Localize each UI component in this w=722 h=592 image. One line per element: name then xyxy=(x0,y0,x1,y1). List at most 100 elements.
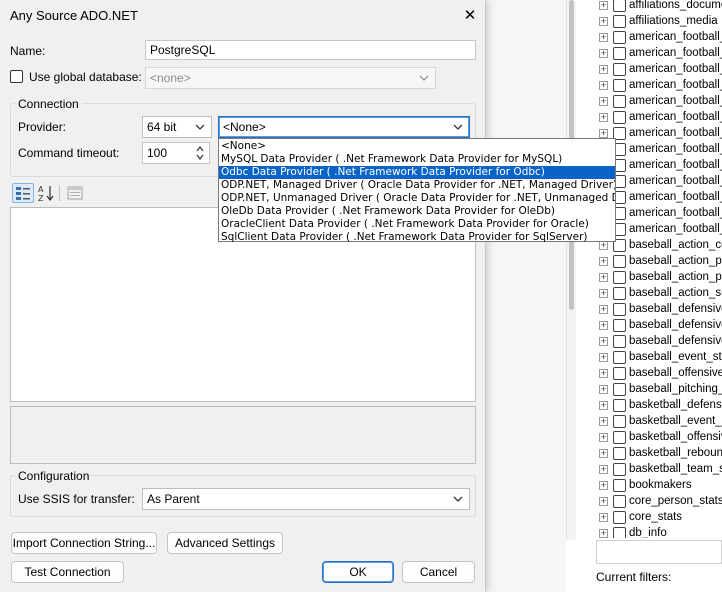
expand-icon[interactable]: + xyxy=(599,129,608,138)
tree-item-checkbox[interactable] xyxy=(613,303,626,316)
expand-icon[interactable]: + xyxy=(599,113,608,122)
global-database-value: <none> xyxy=(150,71,191,85)
stepper-arrows-icon[interactable] xyxy=(194,144,206,162)
bitness-select[interactable]: 64 bit xyxy=(142,116,212,138)
tree-item-checkbox[interactable] xyxy=(613,383,626,396)
tree-item-checkbox[interactable] xyxy=(613,399,626,412)
chevron-down-icon xyxy=(419,75,429,81)
provider-option[interactable]: ODP.NET, Managed Driver ( Oracle Data Pr… xyxy=(219,179,615,192)
expand-icon[interactable]: + xyxy=(599,97,608,106)
tree-item-checkbox[interactable] xyxy=(613,111,626,124)
expand-icon[interactable]: + xyxy=(599,81,608,90)
provider-option[interactable]: ODP.NET, Unmanaged Driver ( Oracle Data … xyxy=(219,192,615,205)
expand-icon[interactable]: + xyxy=(599,529,608,538)
expand-icon[interactable]: + xyxy=(599,289,608,298)
provider-option[interactable]: OracleClient Data Provider ( .Net Framew… xyxy=(219,218,615,231)
tree-item-checkbox[interactable] xyxy=(613,479,626,492)
expand-icon[interactable]: + xyxy=(599,353,608,362)
tree-scrollbar[interactable] xyxy=(566,0,576,540)
expand-icon[interactable]: + xyxy=(599,385,608,394)
expand-icon[interactable]: + xyxy=(599,369,608,378)
tree-item-checkbox[interactable] xyxy=(613,31,626,44)
expand-icon[interactable]: + xyxy=(599,449,608,458)
expand-icon[interactable]: + xyxy=(599,433,608,442)
expand-icon[interactable]: + xyxy=(599,17,608,26)
expand-icon[interactable]: + xyxy=(599,49,608,58)
close-icon[interactable]: ✕ xyxy=(462,6,478,24)
provider-select[interactable]: <None> xyxy=(218,116,470,138)
expand-icon[interactable]: + xyxy=(599,305,608,314)
tree-item-label: baseball_event_stat xyxy=(629,351,722,363)
expand-icon[interactable]: + xyxy=(599,401,608,410)
tree-item-label: baseball_defensive_ xyxy=(629,335,722,347)
tree-item-checkbox[interactable] xyxy=(613,63,626,76)
bitness-value: 64 bit xyxy=(147,120,177,134)
tree-item-label: american_football_ru xyxy=(629,175,722,187)
sort-az-icon: A Z xyxy=(38,185,54,203)
table-tree[interactable]: + affiliations_documer + affiliations_media… xyxy=(596,0,722,538)
tree-item-label: american_football_e xyxy=(629,95,722,107)
categorized-view-button[interactable] xyxy=(12,183,34,203)
tree-item-checkbox[interactable] xyxy=(613,95,626,108)
tree-item-checkbox[interactable] xyxy=(613,79,626,92)
tree-item-checkbox[interactable] xyxy=(613,0,626,12)
tree-item-checkbox[interactable] xyxy=(613,335,626,348)
tree-item-checkbox[interactable] xyxy=(613,511,626,524)
import-connection-string-button[interactable]: Import Connection String... xyxy=(11,532,157,554)
expand-icon[interactable]: + xyxy=(599,321,608,330)
cancel-button[interactable]: Cancel xyxy=(402,561,475,583)
ssis-transfer-select[interactable]: As Parent xyxy=(142,488,470,510)
use-global-database-label: Use global database: xyxy=(29,70,142,84)
filter-input[interactable] xyxy=(596,540,722,564)
alphabetical-sort-button[interactable]: A Z xyxy=(36,183,56,203)
tree-item-checkbox[interactable] xyxy=(613,15,626,28)
advanced-settings-button[interactable]: Advanced Settings xyxy=(167,532,283,554)
expand-icon[interactable]: + xyxy=(599,1,608,10)
expand-icon[interactable]: + xyxy=(599,273,608,282)
global-database-select[interactable]: <none> xyxy=(145,67,436,89)
tree-item-label: basketball_offensive xyxy=(629,431,722,443)
expand-icon[interactable]: + xyxy=(599,33,608,42)
property-pages-button[interactable] xyxy=(66,184,84,202)
dialog-title: Any Source ADO.NET xyxy=(10,8,138,23)
expand-icon[interactable]: + xyxy=(599,417,608,426)
tree-item-checkbox[interactable] xyxy=(613,367,626,380)
tree-item-label: affiliations_media xyxy=(629,15,718,27)
test-connection-button[interactable]: Test Connection xyxy=(11,561,124,583)
use-global-database-checkbox[interactable] xyxy=(10,70,23,83)
chevron-down-icon xyxy=(453,124,463,130)
tree-item-checkbox[interactable] xyxy=(613,495,626,508)
table-tree-pane: + affiliations_documer + affiliations_media… xyxy=(486,0,722,592)
expand-icon[interactable]: + xyxy=(599,497,608,506)
tree-item-checkbox[interactable] xyxy=(613,431,626,444)
tree-item-checkbox[interactable] xyxy=(613,527,626,538)
tree-item-checkbox[interactable] xyxy=(613,351,626,364)
provider-option[interactable]: MySQL Data Provider ( .Net Framework Dat… xyxy=(219,153,615,166)
provider-option[interactable]: OleDb Data Provider ( .Net Framework Dat… xyxy=(219,205,615,218)
provider-dropdown-list[interactable]: <None> MySQL Data Provider ( .Net Framewo… xyxy=(218,138,616,244)
command-timeout-stepper[interactable]: 100 xyxy=(142,142,210,164)
tree-item-label: baseball_action_sub xyxy=(629,287,722,299)
ok-button[interactable]: OK xyxy=(322,561,394,583)
provider-label: Provider: xyxy=(18,120,67,134)
expand-icon[interactable]: + xyxy=(599,65,608,74)
tree-item-checkbox[interactable] xyxy=(613,47,626,60)
provider-option[interactable]: SqlClient Data Provider ( .Net Framework… xyxy=(219,231,615,244)
expand-icon[interactable]: + xyxy=(599,257,608,266)
name-field[interactable]: PostgreSQL xyxy=(145,40,476,60)
provider-option[interactable]: <None> xyxy=(219,140,615,153)
tree-item-checkbox[interactable] xyxy=(613,287,626,300)
tree-item-checkbox[interactable] xyxy=(613,415,626,428)
tree-item-label: american_football_s xyxy=(629,223,722,235)
tree-item-checkbox[interactable] xyxy=(613,255,626,268)
tree-item-label: bookmakers xyxy=(629,479,692,491)
tree-item-checkbox[interactable] xyxy=(613,271,626,284)
provider-option[interactable]: Odbc Data Provider ( .Net Framework Data… xyxy=(219,166,615,179)
expand-icon[interactable]: + xyxy=(599,337,608,346)
tree-item-checkbox[interactable] xyxy=(613,447,626,460)
tree-item-checkbox[interactable] xyxy=(613,463,626,476)
tree-item-checkbox[interactable] xyxy=(613,319,626,332)
expand-icon[interactable]: + xyxy=(599,513,608,522)
expand-icon[interactable]: + xyxy=(599,465,608,474)
expand-icon[interactable]: + xyxy=(599,481,608,490)
